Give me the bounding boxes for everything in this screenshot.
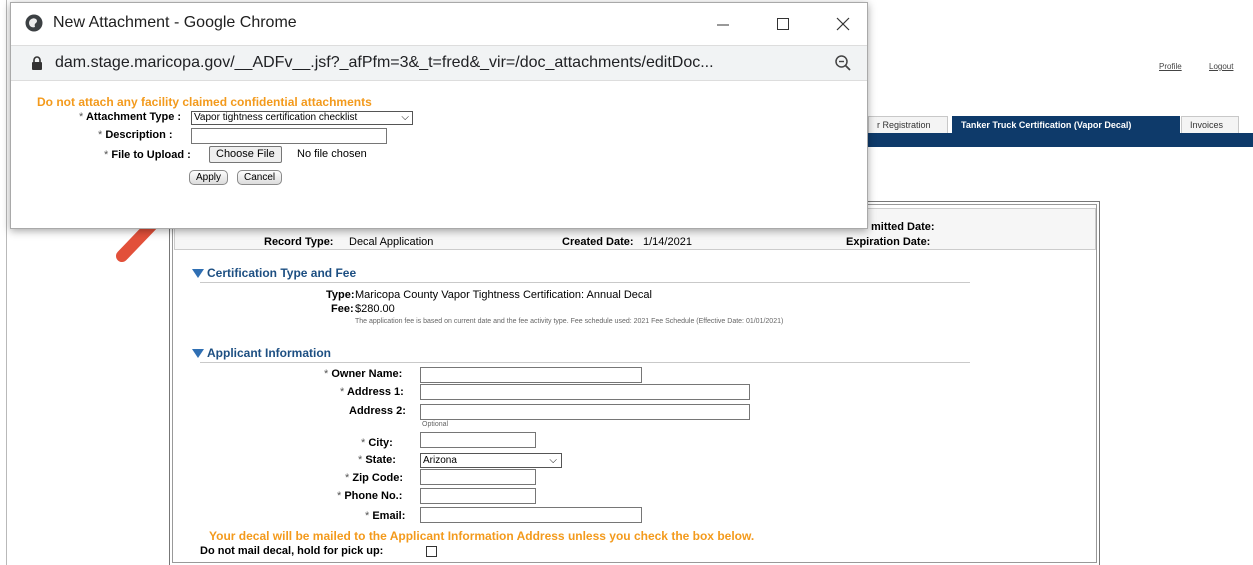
city-input[interactable] [420,432,536,448]
fee-note: The application fee is based on current … [355,318,784,325]
record-type-label: Record Type: [264,236,334,248]
logout-link[interactable]: Logout [1209,62,1233,71]
phone-label-text: Phone No.: [344,490,403,502]
required-mark: * [324,368,329,380]
zip-code-label-text: Zip Code: [352,472,404,484]
state-select-value: Arizona [423,455,457,466]
tab-tanker-truck-certification[interactable]: Tanker Truck Certification (Vapor Decal) [952,116,1180,133]
globe-icon [25,14,43,32]
tab-vapor-registration[interactable]: r Registration [868,116,948,133]
address2-input[interactable] [420,404,750,420]
address1-label-text: Address 1: [346,386,404,398]
required-mark: * [345,472,350,484]
city-label-text: City: [368,437,393,449]
state-label-text: State: [365,454,396,466]
state-label: * State: [358,454,396,466]
attachment-type-value: Vapor tightness certification checklist [194,112,358,123]
window-titlebar[interactable]: New Attachment - Google Chrome [11,3,867,45]
optional-note: Optional [422,421,449,428]
required-mark: * [104,149,109,161]
owner-name-label: * Owner Name: [324,368,402,380]
address1-input[interactable] [420,384,750,400]
description-label: * Description : [98,129,173,141]
applicant-heading-text: Applicant Information [207,346,331,360]
phone-label: * Phone No.: [337,490,402,502]
created-date-value: 1/14/2021 [643,236,692,248]
certification-heading-text: Certification Type and Fee [207,266,357,280]
url-text[interactable]: dam.stage.maricopa.gov/__ADFv__.jsf?_afP… [55,54,714,72]
state-select[interactable]: Arizona ⌵ [420,453,562,468]
collapse-triangle-icon[interactable] [192,268,204,278]
description-input[interactable] [191,128,387,144]
hold-for-pickup-label: Do not mail decal, hold for pick up: [200,545,384,557]
attachment-type-select[interactable]: Vapor tightness certification checklist … [191,111,413,125]
lock-icon [32,56,42,70]
choose-file-button[interactable]: Choose File [209,146,282,163]
expiration-date-label: Expiration Date: [846,236,931,248]
address-bar[interactable]: dam.stage.maricopa.gov/__ADFv__.jsf?_afP… [11,45,867,81]
required-mark: * [79,111,84,123]
section-divider [200,282,970,283]
zip-code-input[interactable] [420,469,536,485]
popup-content: Do not attach any facility claimed confi… [11,81,867,228]
attachment-type-label-text: Attachment Type : [85,111,182,123]
mail-notice: Your decal will be mailed to the Applica… [209,529,755,543]
owner-name-input[interactable] [420,367,642,383]
file-upload-label: * File to Upload : [104,149,191,161]
record-type-value: Decal Application [349,236,434,248]
fee-value: $280.00 [355,303,395,315]
type-value: Maricopa County Vapor Tightness Certific… [355,289,652,301]
minimize-icon[interactable] [703,9,743,39]
attachment-popup-window: New Attachment - Google Chrome dam.stage… [10,2,868,229]
required-mark: * [361,437,366,449]
required-mark: * [337,490,342,502]
confidential-warning: Do not attach any facility claimed confi… [37,95,372,109]
phone-input[interactable] [420,488,536,504]
hold-for-pickup-checkbox[interactable] [426,546,437,557]
description-label-text: Description : [105,129,173,141]
tab-invoices[interactable]: Invoices [1181,116,1239,133]
window-title: New Attachment - Google Chrome [53,14,297,31]
chevron-down-icon: ⌵ [549,455,557,466]
no-file-chosen-text: No file chosen [297,148,367,160]
submitted-date-label: mitted Date: [871,221,935,233]
zip-code-label: * Zip Code: [345,472,403,484]
page-left-border [6,0,7,565]
cancel-button[interactable]: Cancel [237,170,283,185]
email-label-text: Email: [372,510,406,522]
address1-label: * Address 1: [340,386,404,398]
chevron-down-icon: ⌵ [401,112,409,123]
address2-label: Address 2: [349,405,406,417]
attachment-type-label: * Attachment Type : [79,111,181,123]
nav-bar [868,133,1253,147]
zoom-out-icon[interactable] [834,54,852,72]
profile-link[interactable]: Profile [1159,62,1182,71]
required-mark: * [358,454,363,466]
section-divider [200,362,970,363]
close-icon[interactable] [823,9,863,39]
required-mark: * [365,510,370,522]
city-label: * City: [361,437,393,449]
type-label: Type: [326,289,355,301]
applicant-section-heading[interactable]: Applicant Information [192,346,331,360]
collapse-triangle-icon[interactable] [192,348,204,358]
maximize-icon[interactable] [763,9,803,39]
created-date-label: Created Date: [562,236,634,248]
required-mark: * [340,386,345,398]
email-label: * Email: [365,510,405,522]
file-upload-label-text: File to Upload : [111,149,191,161]
owner-name-label-text: Owner Name: [331,368,403,380]
email-input[interactable] [420,507,642,523]
apply-button[interactable]: Apply [189,170,229,185]
fee-label: Fee: [331,303,354,315]
required-mark: * [98,129,103,141]
certification-section-heading[interactable]: Certification Type and Fee [192,266,356,280]
